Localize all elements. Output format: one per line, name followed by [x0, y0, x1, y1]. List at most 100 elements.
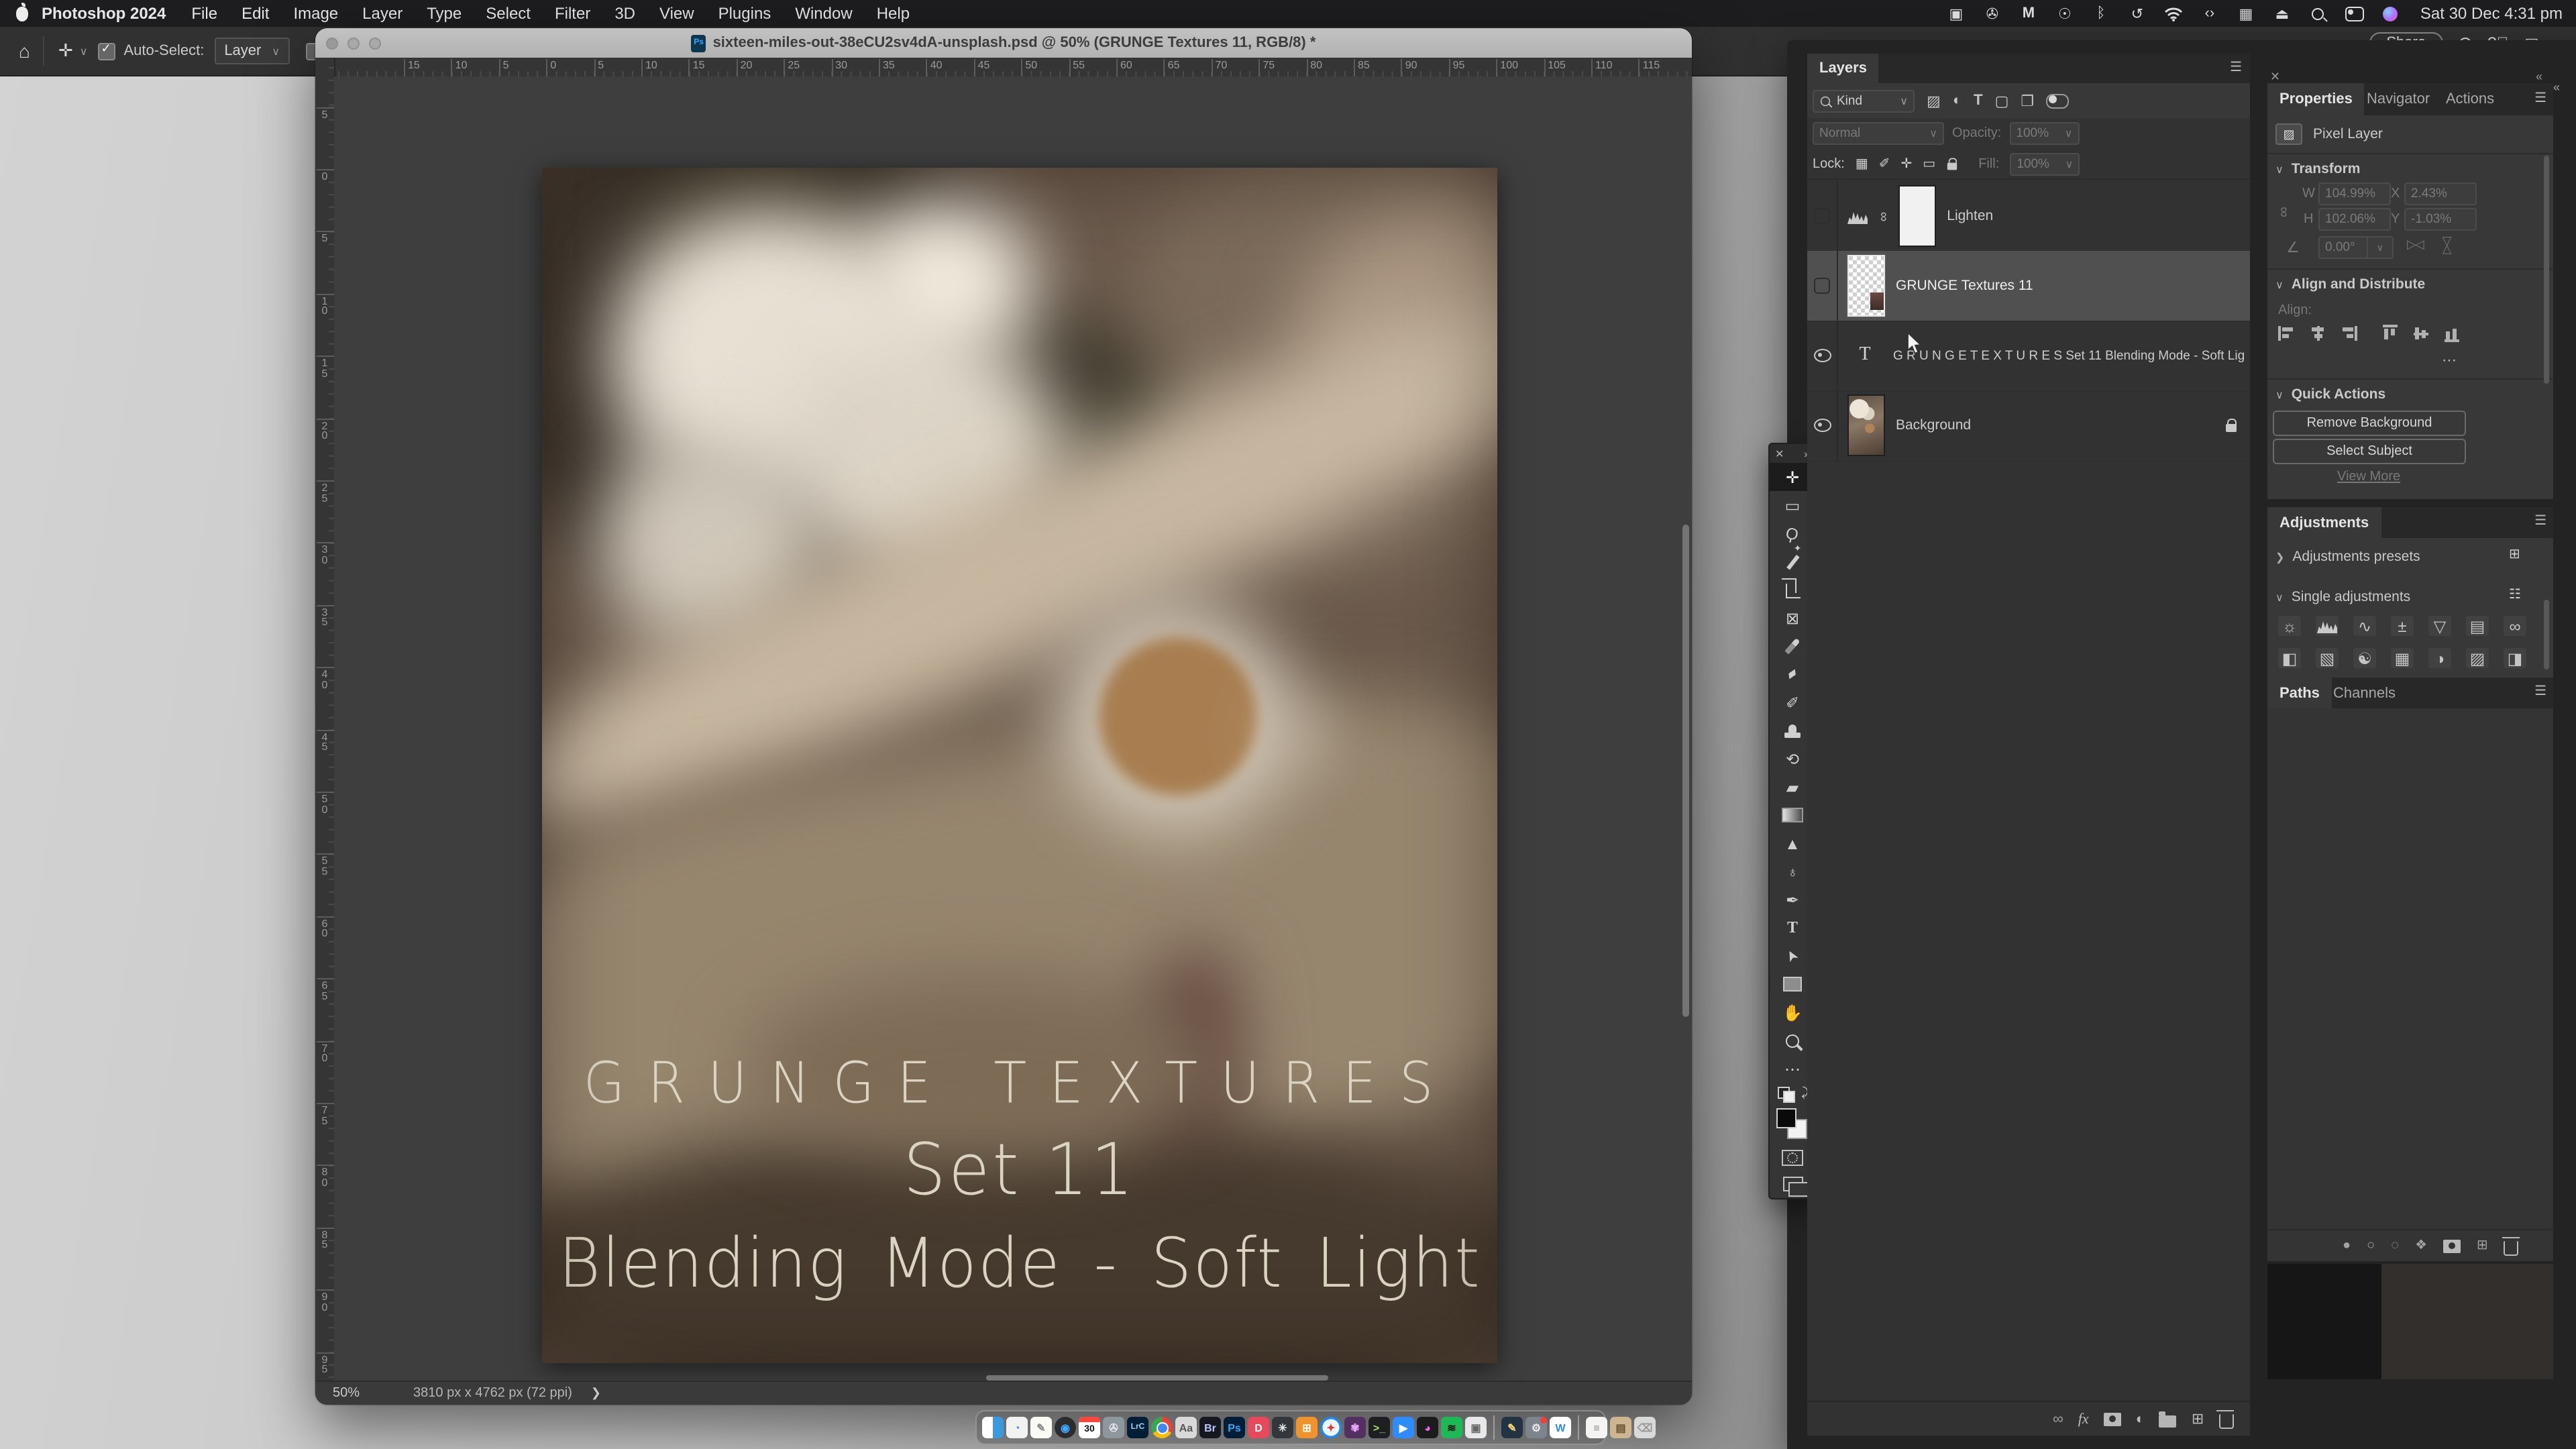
spotlight-icon[interactable] — [2309, 4, 2328, 23]
dock-creative-app-red-icon[interactable]: D — [1248, 1417, 1269, 1438]
accessibility-icon[interactable]: ☉ — [2055, 4, 2074, 23]
adjustment-thumbnail-icon[interactable] — [1847, 209, 1868, 223]
layer-effects-icon[interactable]: fx — [2078, 1411, 2089, 1427]
properties-menu-icon[interactable]: ☰ — [2534, 91, 2546, 106]
menu-app-name[interactable]: Photoshop 2024 — [28, 4, 179, 23]
dock-shutter-app-icon[interactable]: ✳ — [1272, 1417, 1293, 1438]
align-right-edges-icon[interactable] — [2340, 325, 2357, 342]
x-field[interactable]: 2.43% — [2404, 182, 2477, 205]
load-selection-icon[interactable]: ◌ — [2391, 1238, 2399, 1253]
layer-row-grunge-textures-11[interactable]: GRUNGE Textures 11 — [1807, 251, 2250, 322]
menu-item-help[interactable]: Help — [865, 4, 922, 23]
foreground-color-swatch[interactable] — [1776, 1108, 1796, 1128]
eject-icon[interactable]: ⏏ — [2273, 4, 2292, 23]
auto-select-checkbox[interactable] — [98, 42, 115, 60]
layer-visibility-toggle[interactable] — [1807, 251, 1838, 321]
control-center-icon[interactable] — [2345, 4, 2364, 23]
color-balance-adjustment-icon[interactable]: ∞ — [2504, 616, 2526, 636]
bluetooth-icon[interactable]: ᛒ — [2092, 4, 2110, 23]
single-list-icon[interactable]: ☷ — [2509, 588, 2521, 602]
menu-item-type[interactable]: Type — [415, 4, 474, 23]
wifi-icon[interactable] — [2164, 4, 2183, 23]
tab-actions[interactable]: Actions — [2434, 83, 2506, 115]
video-camera-icon[interactable]: ✇ — [1983, 4, 2002, 23]
window-title-bar[interactable]: Ps sixteen-miles-out-38eCU2sv4dA-unsplas… — [315, 28, 1692, 59]
layer-thumbnail[interactable] — [1847, 394, 1885, 456]
lock-pixels-icon[interactable]: ✐ — [1879, 156, 1890, 171]
menu-item-3d[interactable]: 3D — [602, 4, 647, 23]
align-more-icon[interactable]: ⋯ — [2442, 352, 2457, 369]
malwarebytes-icon[interactable]: M — [2019, 4, 2038, 23]
lock-transparency-icon[interactable]: ▦ — [1856, 156, 1868, 171]
exposure-adjustment-icon[interactable]: ± — [2391, 616, 2414, 636]
layer-row-background[interactable]: Background — [1807, 390, 2250, 462]
select-subject-button[interactable]: Select Subject — [2273, 439, 2466, 464]
brightness-contrast-adjustment-icon[interactable]: ☼ — [2278, 616, 2301, 636]
menu-item-edit[interactable]: Edit — [229, 4, 281, 23]
quick-actions-header[interactable]: ∨Quick Actions — [2275, 386, 2385, 402]
layers-menu-icon[interactable]: ☰ — [2230, 60, 2242, 75]
delete-layer-icon[interactable] — [2218, 1413, 2233, 1428]
layer-visibility-toggle[interactable] — [1807, 321, 1838, 390]
menu-item-select[interactable]: Select — [474, 4, 543, 23]
y-field[interactable]: -1.03% — [2404, 208, 2477, 231]
dock-preview-icon[interactable]: ◔ — [1006, 1417, 1028, 1438]
filter-shape-icon[interactable]: ▢ — [1995, 92, 2009, 109]
fill-field[interactable]: 100% ∨ — [2010, 152, 2080, 175]
layer-row-lighten[interactable]: ∞Lighten — [1807, 181, 2250, 252]
properties-scrollbar[interactable] — [2544, 156, 2549, 384]
menu-item-image[interactable]: Image — [281, 4, 350, 23]
black-white-adjustment-icon[interactable]: ◧ — [2278, 648, 2301, 668]
filter-toggle[interactable] — [2046, 93, 2069, 108]
lock-all-icon[interactable] — [1947, 163, 1956, 170]
layer-visibility-toggle[interactable] — [1807, 181, 1838, 251]
invert-adjustment-icon[interactable]: ◑ — [2428, 648, 2451, 668]
levels-adjustment-icon[interactable] — [2316, 616, 2339, 636]
fill-path-icon[interactable]: ● — [2343, 1238, 2351, 1253]
layer-visibility-toggle[interactable] — [1807, 390, 1838, 460]
menu-item-layer[interactable]: Layer — [350, 4, 415, 23]
dock-image-capture-icon[interactable]: ▣ — [1465, 1417, 1487, 1438]
opacity-field[interactable]: 100% ∨ — [2009, 122, 2079, 145]
curves-adjustment-icon[interactable]: ∿ — [2353, 616, 2376, 636]
transform-header[interactable]: ∨Transform — [2275, 161, 2360, 177]
align-bottom-edges-icon[interactable] — [2443, 325, 2461, 342]
new-path-icon[interactable]: ⊞ — [2477, 1238, 2488, 1253]
channel-mixer-adjustment-icon[interactable]: ☯ — [2353, 648, 2376, 668]
view-more-link[interactable]: View More — [2337, 470, 2400, 484]
lock-artboard-icon[interactable]: ▭ — [1923, 156, 1935, 171]
dock-wacom-icon[interactable]: W — [1550, 1417, 1571, 1438]
horizontal-scrollbar[interactable] — [986, 1375, 1328, 1381]
zoom-level-field[interactable]: 50% — [333, 1386, 360, 1401]
new-layer-icon[interactable]: ⊞ — [2192, 1410, 2204, 1428]
remove-background-button[interactable]: Remove Background — [2273, 411, 2466, 436]
color-lookup-adjustment-icon[interactable]: ▦ — [2391, 648, 2414, 668]
ruler-horizontal[interactable]: 1510505101520253035404550556065707580859… — [334, 58, 1692, 78]
tab-layers[interactable]: Layers — [1807, 54, 1879, 83]
link-layers-icon[interactable]: ∞ — [2053, 1411, 2063, 1427]
dock-presentation-icon[interactable]: ✎ — [1501, 1417, 1523, 1438]
auto-select-dropdown[interactable]: Layer ∨ — [215, 38, 289, 64]
posterize-adjustment-icon[interactable]: ▨ — [2466, 648, 2489, 668]
minimize-window-icon[interactable] — [347, 37, 360, 49]
apple-menu-icon[interactable] — [16, 6, 28, 21]
dock-trash-bin-icon[interactable]: ⌫ — [1634, 1417, 1656, 1438]
presets-grid-icon[interactable]: ⊞ — [2509, 547, 2520, 562]
layer-row-text[interactable]: TG R U N G E T E X T U R E S Set 11 Blen… — [1807, 321, 2250, 392]
dock-system-settings-icon[interactable]: ⚙ — [1525, 1417, 1547, 1438]
display-icon[interactable]: ▣ — [1947, 4, 1966, 23]
path-operations-icon[interactable]: ❖ — [2415, 1238, 2427, 1253]
dock-lightroom-icon[interactable]: LrC — [1127, 1417, 1148, 1438]
menu-item-view[interactable]: View — [647, 4, 706, 23]
flip-horizontal-icon[interactable]: ▷◁ — [2407, 237, 2423, 252]
dock-pictures-folder-icon[interactable]: ▤ — [1610, 1417, 1631, 1438]
status-chevron-icon[interactable]: ❯ — [591, 1386, 601, 1401]
single-adjustments-header[interactable]: ∨Single adjustments — [2275, 589, 2410, 605]
dock-safari-icon[interactable]: ✦ — [1320, 1417, 1342, 1438]
dock-notes-icon[interactable]: ✎ — [1030, 1417, 1052, 1438]
delete-path-icon[interactable] — [2504, 1240, 2519, 1255]
collapse-panels-icon[interactable]: « — [2553, 80, 2560, 94]
dock-documents-stack-icon[interactable]: ≡ — [1586, 1417, 1607, 1438]
link-dimensions-icon[interactable]: ∞ — [2275, 207, 2292, 217]
angle-dropdown[interactable]: ∨ — [2367, 236, 2394, 259]
